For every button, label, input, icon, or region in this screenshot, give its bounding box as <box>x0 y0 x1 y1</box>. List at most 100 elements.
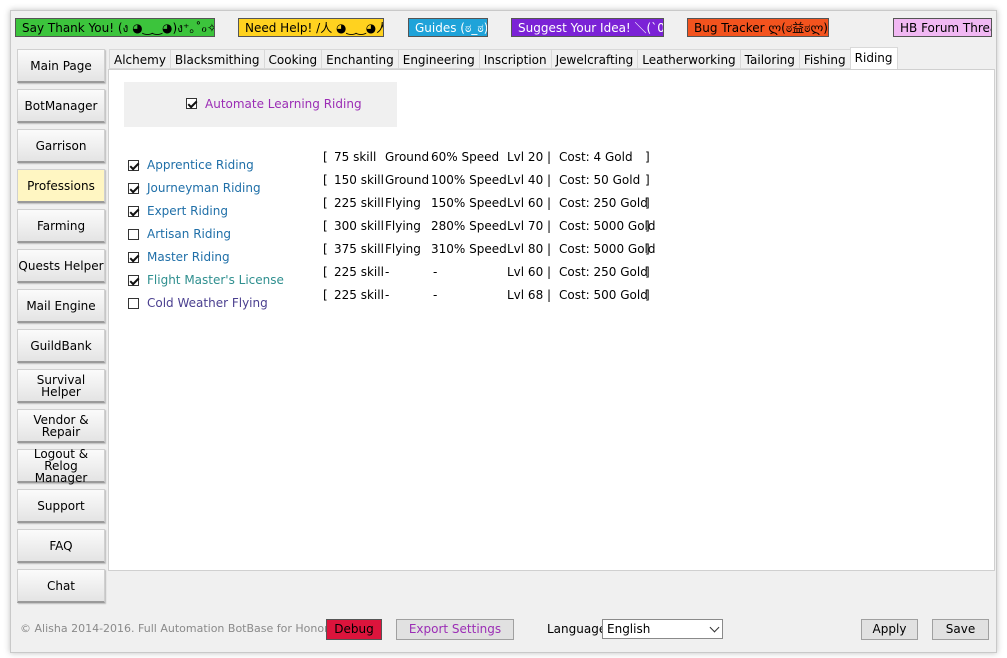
sidebar-item-label: Main Page <box>30 58 92 73</box>
bracket-open: [ <box>323 242 328 256</box>
automate-learning-group: Automate Learning Riding <box>124 82 397 127</box>
export-settings-button[interactable]: Export Settings <box>396 619 514 640</box>
riding-checkbox[interactable] <box>128 206 139 217</box>
riding-speed: - <box>433 288 438 302</box>
tab-cooking[interactable]: Cooking <box>263 49 322 69</box>
riding-name-label: Flight Master's License <box>147 273 284 287</box>
automate-learning-riding-label: Automate Learning Riding <box>205 97 362 111</box>
language-select-value: English <box>607 622 651 636</box>
bracket-close: ] <box>645 219 650 233</box>
riding-cost: Cost: 500 Gold <box>559 288 648 302</box>
riding-speed: 280% Speed <box>431 219 507 233</box>
save-button[interactable]: Save <box>932 619 989 640</box>
debug-button[interactable]: Debug <box>326 619 382 640</box>
riding-skill: 375 skill <box>334 242 384 256</box>
riding-type: Ground <box>385 173 430 187</box>
sidebar-item-garrison[interactable]: Garrison <box>17 129 105 163</box>
riding-skill: 225 skill <box>334 265 384 279</box>
riding-name-label: Master Riding <box>147 250 230 264</box>
bug-tracker-button[interactable]: Bug Tracker ლ(ಠ益ಠლ) <box>687 18 829 37</box>
tab-leatherworking[interactable]: Leatherworking <box>637 49 740 69</box>
sidebar-item-quests-helper[interactable]: Quests Helper <box>17 249 105 283</box>
riding-speed: 310% Speed <box>431 242 507 256</box>
sidebar-item-farming[interactable]: Farming <box>17 209 105 243</box>
need-help-button[interactable]: Need Help! /人 ◕‿‿◕人\ <box>238 18 384 37</box>
riding-level: Lvl 60 <box>507 196 544 210</box>
riding-skill: 150 skill <box>334 173 384 187</box>
profession-tab-strip: Alchemy Blacksmithing Cooking Enchanting… <box>109 47 898 69</box>
riding-type: Flying <box>385 196 421 210</box>
riding-skill: 300 skill <box>334 219 384 233</box>
sidebar-item-vendor-repair[interactable]: Vendor & Repair <box>17 409 105 443</box>
riding-name-label: Apprentice Riding <box>147 158 254 172</box>
riding-type: Flying <box>385 242 421 256</box>
bracket-open: [ <box>323 150 328 164</box>
sidebar-item-label: Logout & Relog Manager <box>33 446 89 485</box>
riding-level: Lvl 80 <box>507 242 544 256</box>
bracket-close: ] <box>645 242 650 256</box>
bracket-close: ] <box>645 173 650 187</box>
sidebar-item-label: Survival Helper <box>36 372 86 399</box>
sidebar-item-chat[interactable]: Chat <box>17 569 105 603</box>
apply-button[interactable]: Apply <box>861 619 918 640</box>
tab-inscription[interactable]: Inscription <box>478 49 551 69</box>
hb-forum-thread-button[interactable]: HB Forum Thread <box>893 18 992 37</box>
riding-cost: Cost: 250 Gold <box>559 265 648 279</box>
tab-tailoring[interactable]: Tailoring <box>739 49 799 69</box>
tab-jewelcrafting[interactable]: Jewelcrafting <box>550 49 638 69</box>
suggest-idea-button[interactable]: Suggest Your Idea! ＼(`0´)／ <box>511 18 664 37</box>
separator: | <box>547 288 552 302</box>
separator: | <box>547 265 552 279</box>
tab-engineering[interactable]: Engineering <box>397 49 479 69</box>
sidebar-item-label: Chat <box>46 578 76 593</box>
riding-cost: Cost: 250 Gold <box>559 196 648 210</box>
tab-alchemy[interactable]: Alchemy <box>109 49 170 69</box>
riding-checkbox[interactable] <box>128 229 139 240</box>
separator: | <box>547 242 552 256</box>
guides-button[interactable]: Guides (ಠ_ಠ) <box>408 18 488 37</box>
riding-checkbox[interactable] <box>128 298 139 309</box>
sidebar-item-main-page[interactable]: Main Page <box>17 49 105 83</box>
separator: | <box>547 173 552 187</box>
tab-enchanting[interactable]: Enchanting <box>321 49 398 69</box>
bracket-open: [ <box>323 288 328 302</box>
sidebar-item-support[interactable]: Support <box>17 489 105 523</box>
sidebar-item-label: FAQ <box>49 538 73 553</box>
tab-fishing[interactable]: Fishing <box>798 49 850 69</box>
riding-tab-panel: Automate Learning Riding Apprentice Ridi… <box>108 69 995 571</box>
separator: | <box>547 196 552 210</box>
tab-blacksmithing[interactable]: Blacksmithing <box>169 49 264 69</box>
sidebar-item-faq[interactable]: FAQ <box>17 529 105 563</box>
sidebar-item-guildbank[interactable]: GuildBank <box>17 329 105 363</box>
sidebar-item-logout-relog-manager[interactable]: Logout & Relog Manager <box>17 446 105 485</box>
say-thank-you-button[interactable]: Say Thank You! (ง ◕‿‿◕)ง⁺｡˚ℴ✧ <box>15 18 215 37</box>
chevron-down-icon <box>709 622 720 633</box>
bracket-close: ] <box>645 265 650 279</box>
riding-cost: Cost: 5000 Gold <box>559 242 656 256</box>
riding-skill: 225 skill <box>334 196 384 210</box>
sidebar-item-botmanager[interactable]: BotManager <box>17 89 105 123</box>
riding-checkbox[interactable] <box>128 275 139 286</box>
riding-level: Lvl 60 <box>507 265 544 279</box>
riding-checkbox[interactable] <box>128 160 139 171</box>
automate-learning-riding-checkbox[interactable] <box>186 98 197 109</box>
sidebar-item-survival-helper[interactable]: Survival Helper <box>17 369 105 403</box>
riding-checkbox[interactable] <box>128 183 139 194</box>
riding-name-label: Expert Riding <box>147 204 228 218</box>
riding-level: Lvl 40 <box>507 173 544 187</box>
sidebar-item-professions[interactable]: Professions <box>17 169 105 203</box>
riding-level: Lvl 70 <box>507 219 544 233</box>
riding-checkbox[interactable] <box>128 252 139 263</box>
tab-riding[interactable]: Riding <box>849 47 898 69</box>
separator: | <box>547 219 552 233</box>
riding-level: Lvl 20 <box>507 150 544 164</box>
bracket-close: ] <box>645 150 650 164</box>
bracket-open: [ <box>323 265 328 279</box>
riding-cost: Cost: 50 Gold <box>559 173 641 187</box>
riding-skill: 225 skill <box>334 288 384 302</box>
language-select[interactable]: English <box>602 619 723 639</box>
sidebar-item-mail-engine[interactable]: Mail Engine <box>17 289 105 323</box>
bracket-close: ] <box>645 196 650 210</box>
sidebar-item-label: Support <box>37 498 85 513</box>
riding-cost: Cost: 5000 Gold <box>559 219 656 233</box>
